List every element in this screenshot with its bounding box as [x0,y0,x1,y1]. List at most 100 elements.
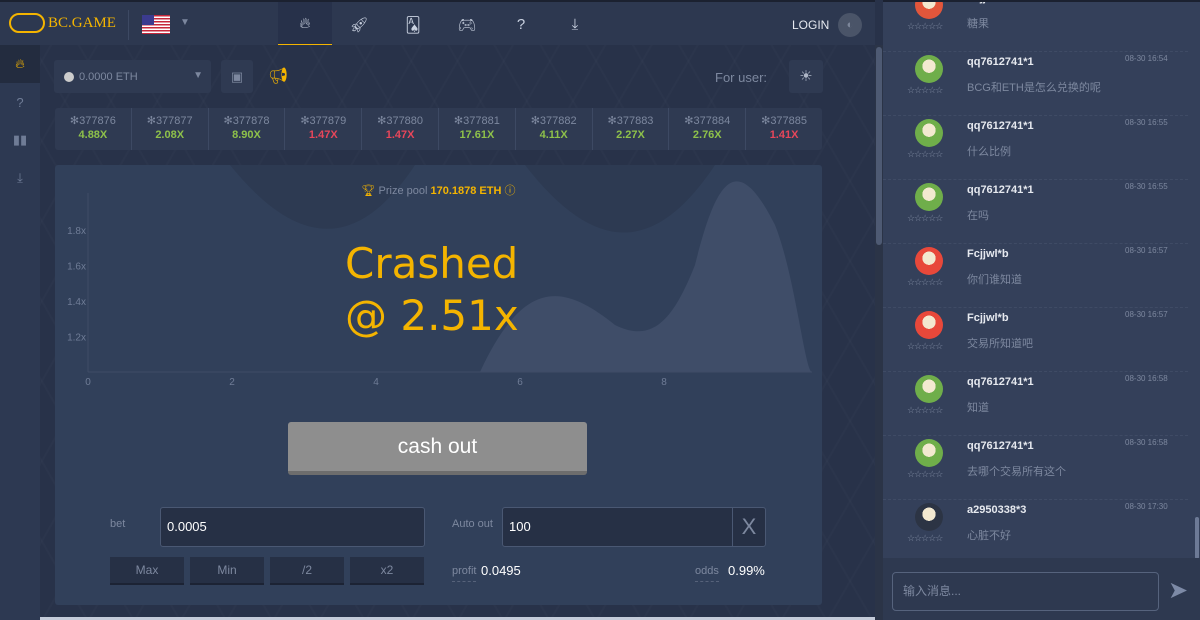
history-item[interactable]: ✻377884 2.76X [669,108,747,150]
chat-message-input[interactable]: 输入消息... [892,572,1159,611]
user-avatar[interactable] [915,311,943,339]
min-button[interactable]: Min [190,557,264,585]
user-avatar[interactable] [915,119,943,147]
user-avatar[interactable] [915,439,943,467]
username[interactable]: Fcjjwl*b [967,2,1009,4]
username[interactable]: qq7612741*1 [967,376,1034,388]
round-multiplier: 17.61X [459,129,495,141]
half-button[interactable]: /2 [270,557,344,585]
megaphone-icon[interactable]: 📢︎ [268,66,288,86]
logo-mark-icon [9,13,45,33]
history-item[interactable]: ✻377879 1.47X [285,108,363,150]
sidebar-stats-icon[interactable]: ▮▮ [0,121,40,159]
max-button[interactable]: Max [110,557,184,585]
history-item[interactable]: ✻377885 1.41X [746,108,822,150]
username[interactable]: qq7612741*1 [967,184,1034,196]
profit-label: profit [452,565,477,582]
message-text: 去哪个交易所有这个 [967,466,1066,478]
send-icon[interactable]: ➤ [1168,576,1188,605]
round-id: ✻377877 [146,115,193,127]
timestamp: 08-30 16:54 [1125,54,1168,63]
round-id: ✻377883 [607,115,654,127]
username[interactable]: qq7612741*1 [967,120,1034,132]
clear-auto-out-button[interactable]: X [732,507,765,547]
user-avatar[interactable] [915,503,943,531]
chevron-down-icon[interactable]: ▼ [180,17,190,28]
chat-input-area: 输入消息... ➤ [883,558,1200,620]
brand-logo[interactable]: BC.GAME [9,13,116,33]
brand-name: BC.GAME [48,14,116,31]
username[interactable]: qq7612741*1 [967,56,1034,68]
history-item[interactable]: ✻377882 4.11X [516,108,593,150]
sidebar-download-icon[interactable]: ⤓ [0,159,40,197]
bet-input[interactable]: 0.0005 [160,507,425,547]
main-scrollbar[interactable] [875,45,883,620]
round-id: ✻377881 [453,115,500,127]
profit-value: 0.0495 [481,563,521,578]
username[interactable]: Fcjjwl*b [967,312,1009,324]
user-avatar[interactable] [915,247,943,275]
rating-stars-icon: ☆☆☆☆☆ [907,85,943,95]
us-flag-icon[interactable] [142,15,170,34]
odds-label: odds [695,565,719,582]
user-avatar[interactable] [915,55,943,83]
chat-message: ☆☆☆☆☆ qq7612741*1 08-30 16:54 BCG和ETH是怎么… [883,52,1188,116]
user-avatar[interactable] [915,183,943,211]
round-id: ✻377885 [761,115,808,127]
auto-out-input[interactable]: 100 [502,507,766,547]
timestamp: 08-30 16:55 [1125,182,1168,191]
history-item[interactable]: ✻377881 17.61X [439,108,516,150]
chat-scrollbar[interactable] [1195,517,1199,559]
trophy-icon: 🏆︎ [361,185,376,197]
history-item[interactable]: ✻377877 2.08X [132,108,209,150]
wallet-button[interactable]: ▣ [221,60,253,93]
round-multiplier: 2.76X [692,129,722,141]
rating-stars-icon: ☆☆☆☆☆ [907,213,943,223]
scroll-thumb[interactable] [876,47,882,245]
nav-gamepad-icon[interactable]: 🎮︎ [440,2,494,47]
game-panel: 0 2 4 6 8 1.2x 1.4x 1.6x 1.8x 🏆︎ Prize pool 170.… [55,165,822,605]
prize-label: Prize pool [378,185,428,197]
round-multiplier: 8.90X [232,129,261,141]
balance-select[interactable]: 0.0000 ETH ▼ [54,60,211,93]
username[interactable]: Fcjjwl*b [967,248,1009,260]
x-tick-label: 0 [85,377,91,388]
chat-message: ☆☆☆☆☆ qq7612741*1 08-30 16:58 知道 [883,372,1188,436]
nav-help-icon[interactable]: ? [494,2,548,47]
username[interactable]: a2950338*3 [967,504,1026,516]
history-item[interactable]: ✻377876 4.88X [55,108,132,150]
nav-rocket-icon[interactable]: 🚀︎ [332,2,386,47]
nav-cards-icon[interactable]: 🂡 [386,2,440,47]
rating-stars-icon: ☆☆☆☆☆ [907,341,943,351]
history-item[interactable]: ✻377878 8.90X [209,108,286,150]
message-text: 什么比例 [967,146,1011,158]
history-item[interactable]: ✻377880 1.47X [362,108,439,150]
theme-toggle-sun-icon[interactable]: ☀ [789,60,823,93]
message-text: 在吗 [967,210,989,222]
odds-value: 0.99% [728,563,765,578]
username[interactable]: qq7612741*1 [967,440,1034,452]
chat-message: ☆☆☆☆☆ Fcjjwl*b 08-30 16:57 你们谁知道 [883,244,1188,308]
x-tick-label: 6 [517,377,523,388]
message-text: 糖果 [967,18,989,30]
login-button[interactable]: LOGIN [792,18,829,32]
history-item[interactable]: ✻377883 2.27X [593,108,670,150]
chat-message: ☆☆☆☆☆ qq7612741*1 08-30 16:58 去哪个交易所有这个 [883,436,1188,500]
round-id: ✻377876 [69,115,116,127]
message-text: 你们谁知道 [967,274,1022,286]
chat-avatar-icon[interactable]: ◐ [838,13,862,37]
double-button[interactable]: x2 [350,557,424,585]
auto-out-label: Auto out [452,518,493,530]
sidebar-help-icon[interactable]: ? [0,83,40,121]
y-tick-label: 1.8x [67,226,86,237]
prize-value: 170.1878 ETH [430,185,502,197]
help-icon[interactable]: ⓘ [505,185,516,197]
chat-message: ☆☆☆☆☆ a2950338*3 08-30 17:30 心脏不好 [883,500,1188,564]
user-avatar[interactable] [915,375,943,403]
nav-download-icon[interactable]: ⤓ [548,2,602,47]
cash-out-button[interactable]: cash out [288,422,587,475]
nav-crash-fire-icon[interactable]: 🔥︎ [278,2,332,47]
timestamp: 08-30 16:57 [1125,310,1168,319]
sidebar-fire-icon[interactable]: 🔥︎ [0,45,40,83]
user-avatar[interactable] [915,2,943,19]
